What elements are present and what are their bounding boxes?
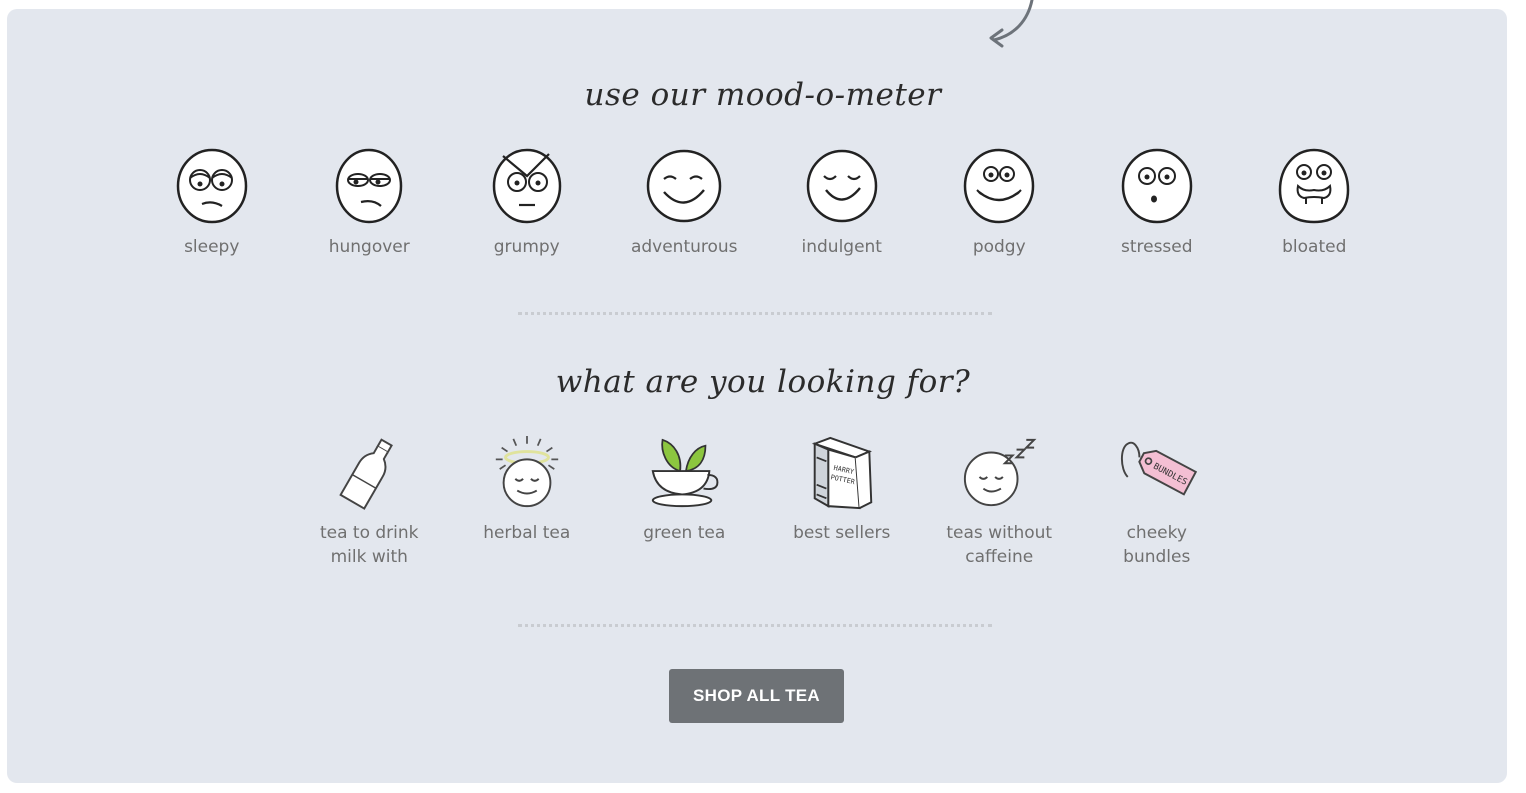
mood-o-meter-heading: use our mood-o-meter [584, 77, 942, 113]
mood-item-hungover[interactable]: hungover [291, 146, 449, 259]
category-item-green-tea[interactable]: green tea [606, 434, 764, 569]
teacup-leaves-icon [651, 438, 719, 508]
adventurous-face-icon [647, 149, 722, 223]
sleepy-face-icon [176, 148, 247, 224]
dotted-divider [518, 624, 992, 627]
curved-arrow-icon [989, 0, 1034, 48]
mood-label: hungover [328, 237, 410, 257]
category-label: herbal tea [483, 523, 571, 543]
category-label: green tea [643, 523, 726, 543]
category-item-herbal-tea[interactable]: herbal tea [448, 434, 606, 569]
category-item-best-sellers[interactable]: HARRY POTTER best sellers [763, 434, 921, 569]
mood-label: podgy [972, 237, 1026, 257]
category-item-caffeine-free[interactable]: teas without caffeine [921, 434, 1079, 569]
mood-item-indulgent[interactable]: indulgent [763, 146, 921, 259]
mood-label: adventurous [630, 237, 738, 257]
mood-label: stressed [1120, 237, 1193, 257]
mood-item-adventurous[interactable]: adventurous [606, 146, 764, 259]
mood-label: sleepy [184, 237, 240, 257]
mood-label: indulgent [801, 237, 882, 257]
category-label: best sellers [793, 523, 891, 543]
bundles-tag-icon: BUNDLES [1120, 441, 1197, 496]
mood-label: grumpy [493, 237, 560, 257]
sleeping-face-icon [964, 438, 1037, 507]
category-label: teas without caffeine [946, 523, 1053, 567]
shop-all-tea-button[interactable]: SHOP ALL TEA [669, 669, 844, 723]
mood-list: sleepy hungover grumpy adventurous indul… [0, 146, 1526, 259]
category-label: tea to drink milk with [319, 523, 419, 567]
looking-for-heading: what are you looking for? [555, 364, 971, 400]
stressed-face-icon [1121, 148, 1192, 224]
halo-face-icon [495, 435, 558, 508]
grumpy-face-icon [492, 148, 561, 224]
milk-bottle-icon [339, 438, 394, 510]
podgy-face-icon [964, 148, 1035, 224]
mood-label: bloated [1282, 237, 1347, 257]
mood-item-stressed[interactable]: stressed [1078, 146, 1236, 259]
mood-item-bloated[interactable]: bloated [1236, 146, 1394, 259]
mood-item-grumpy[interactable]: grumpy [448, 146, 606, 259]
hungover-face-icon [336, 148, 403, 224]
bloated-face-icon [1278, 148, 1350, 224]
category-item-milk-tea[interactable]: tea to drink milk with [291, 434, 449, 569]
mood-item-podgy[interactable]: podgy [921, 146, 1079, 259]
mood-item-sleepy[interactable]: sleepy [133, 146, 291, 259]
category-label: cheeky bundles [1123, 523, 1191, 567]
book-icon: HARRY POTTER [811, 436, 872, 510]
indulgent-face-icon [806, 149, 877, 223]
category-item-bundles[interactable]: BUNDLES cheeky bundles [1078, 434, 1236, 569]
dotted-divider [518, 312, 992, 315]
category-list: tea to drink milk with herbal tea green … [0, 434, 1526, 569]
